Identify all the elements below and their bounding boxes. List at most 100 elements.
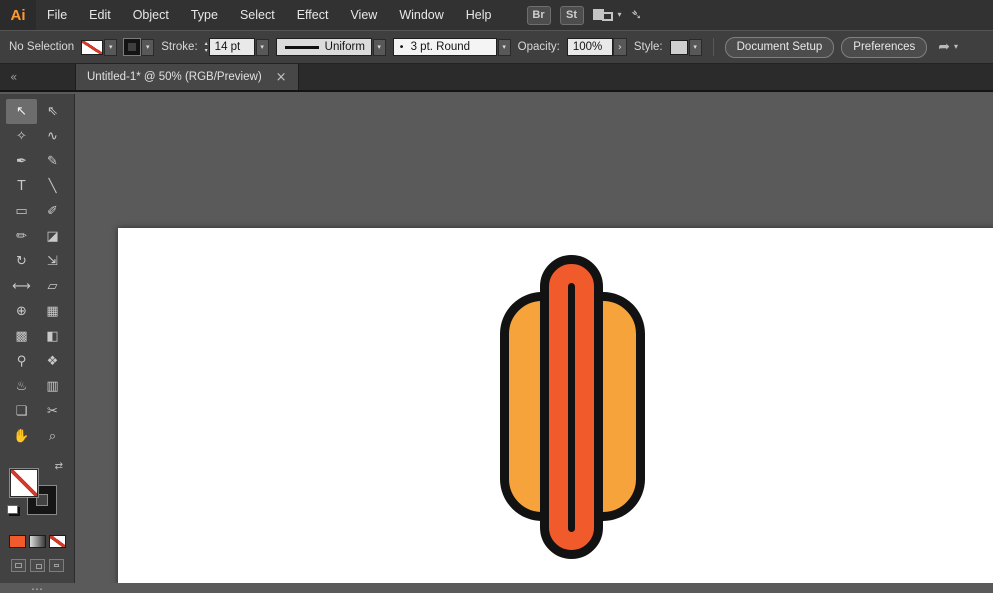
type-tool[interactable]: T [6,174,37,199]
gradient-mode-button[interactable] [29,535,46,548]
drawing-modes-row [0,559,74,572]
canvas-workspace[interactable] [75,94,993,583]
fill-stroke-indicator: ⇄ [0,461,74,523]
selection-tool[interactable]: ↖ [6,99,37,124]
brush-control[interactable]: • 3 pt. Round ▾ [393,38,511,56]
fill-indicator-swatch[interactable] [9,468,39,498]
tools-panel: ↖ ⇖ ✧ ∿ ✒ ✎ T ╲ ▭ ✐ ✏ ◪ ↻ ⇲ ⟷ ▱ ⊕ ▦ ▩ ◧ … [0,94,75,583]
default-fill-stroke-icon[interactable] [7,505,18,514]
hand-tool[interactable]: ✋ [6,424,37,449]
magic-wand-tool[interactable]: ✧ [6,124,37,149]
brush-value[interactable]: • 3 pt. Round [393,38,497,56]
lasso-tool-icon: ∿ [47,129,58,144]
stroke-width-stepper[interactable]: ▴ ▾ [205,41,208,54]
eraser-tool[interactable]: ◪ [37,224,68,249]
symbol-sprayer-tool-icon: ♨ [16,379,28,394]
pencil-tool[interactable]: ✏ [6,224,37,249]
draw-inside-button[interactable] [49,559,64,572]
width-tool[interactable]: ⟷ [6,274,37,299]
gpu-performance-icon[interactable]: ➴ [631,7,643,23]
style-swatch[interactable] [670,40,688,55]
style-control[interactable]: ▾ [670,39,702,56]
mesh-tool[interactable]: ▩ [6,324,37,349]
lasso-tool[interactable]: ∿ [37,124,68,149]
arrange-documents-button[interactable]: ▾ [593,7,622,23]
opacity-arrow-icon[interactable]: › [613,38,627,56]
eyedropper-tool[interactable]: ⚲ [6,349,37,374]
stepper-down-icon[interactable]: ▾ [205,48,208,54]
symbol-sprayer-tool[interactable]: ♨ [6,374,37,399]
scale-tool-icon: ⇲ [47,254,58,269]
fill-chevron-icon[interactable]: ▾ [104,39,117,56]
opacity-control[interactable]: › [567,38,627,56]
column-graph-tool-icon: ▥ [46,379,58,394]
stroke-chevron-icon[interactable]: ▾ [141,39,154,56]
swap-fill-stroke-icon[interactable]: ⇄ [55,461,63,472]
stroke-color-swatch[interactable] [124,39,140,55]
paint-mode-row [0,535,74,548]
width-profile-chevron-icon[interactable]: ▾ [373,39,386,56]
hotdog-split-line[interactable] [568,283,575,532]
perspective-grid-tool[interactable]: ▦ [37,299,68,324]
stroke-width-control[interactable]: ▴ ▾ ▾ [205,38,269,56]
menu-item-object[interactable]: Object [122,0,180,30]
stepper-up-icon[interactable]: ▴ [205,41,208,47]
menu-item-help[interactable]: Help [455,0,503,30]
width-profile-control[interactable]: Uniform ▾ [276,38,386,56]
draw-behind-button[interactable] [30,559,45,572]
document-setup-button[interactable]: Document Setup [725,37,835,58]
menu-item-window[interactable]: Window [388,0,454,30]
opacity-input[interactable] [567,38,613,56]
artboard[interactable] [118,228,993,583]
menu-item-select[interactable]: Select [229,0,286,30]
menu-item-type[interactable]: Type [180,0,229,30]
paintbrush-tool[interactable]: ✐ [37,199,68,224]
document-tab[interactable]: Untitled-1* @ 50% (RGB/Preview) × [75,64,299,90]
column-graph-tool[interactable]: ▥ [37,374,68,399]
curvature-tool[interactable]: ✎ [37,149,68,174]
close-tab-icon[interactable]: × [276,71,287,84]
workspace-chevron-icon[interactable]: ▾ [954,43,958,51]
rotate-tool[interactable]: ↻ [6,249,37,274]
stock-button[interactable]: St [560,6,584,25]
blend-tool-icon: ❖ [47,354,59,369]
brush-chevron-icon[interactable]: ▾ [498,39,511,56]
gradient-tool[interactable]: ◧ [37,324,68,349]
toolbar-overflow-button[interactable]: … [0,579,74,593]
fill-none-swatch[interactable] [81,40,103,55]
preferences-button[interactable]: Preferences [841,37,927,58]
rectangle-tool[interactable]: ▭ [6,199,37,224]
menu-item-view[interactable]: View [339,0,388,30]
width-profile-label: Uniform [325,41,365,53]
app-logo[interactable]: Ai [0,0,36,30]
line-segment-tool[interactable]: ╲ [37,174,68,199]
fill-color-control[interactable]: ▾ [81,39,117,56]
menu-item-effect[interactable]: Effect [286,0,340,30]
free-transform-tool[interactable]: ▱ [37,274,68,299]
chevron-down-icon: ▾ [618,11,622,19]
style-chevron-icon[interactable]: ▾ [689,39,702,56]
menu-item-edit[interactable]: Edit [78,0,122,30]
menu-item-file[interactable]: File [36,0,78,30]
direct-selection-tool[interactable]: ⇖ [37,99,68,124]
workspace-menu-icon[interactable]: ➦ [938,39,950,55]
draw-normal-button[interactable] [11,559,26,572]
stroke-color-control[interactable]: ▾ [124,39,154,56]
pen-tool[interactable]: ✒ [6,149,37,174]
slice-tool[interactable]: ✂ [37,399,68,424]
free-transform-tool-icon: ▱ [48,279,58,294]
collapse-panel-button[interactable]: « [0,64,75,90]
width-profile-value[interactable]: Uniform [276,38,372,56]
none-mode-button[interactable] [49,535,66,548]
color-mode-button[interactable] [9,535,26,548]
blend-tool[interactable]: ❖ [37,349,68,374]
scale-tool[interactable]: ⇲ [37,249,68,274]
stroke-width-input[interactable] [209,38,255,56]
pen-tool-icon: ✒ [16,154,27,169]
tools-grid: ↖ ⇖ ✧ ∿ ✒ ✎ T ╲ ▭ ✐ ✏ ◪ ↻ ⇲ ⟷ ▱ ⊕ ▦ ▩ ◧ … [0,94,74,449]
stroke-width-chevron-icon[interactable]: ▾ [256,39,269,56]
zoom-tool[interactable]: ⌕ [37,424,68,449]
shape-builder-tool[interactable]: ⊕ [6,299,37,324]
artboard-tool[interactable]: ❏ [6,399,37,424]
bridge-button[interactable]: Br [527,6,551,25]
